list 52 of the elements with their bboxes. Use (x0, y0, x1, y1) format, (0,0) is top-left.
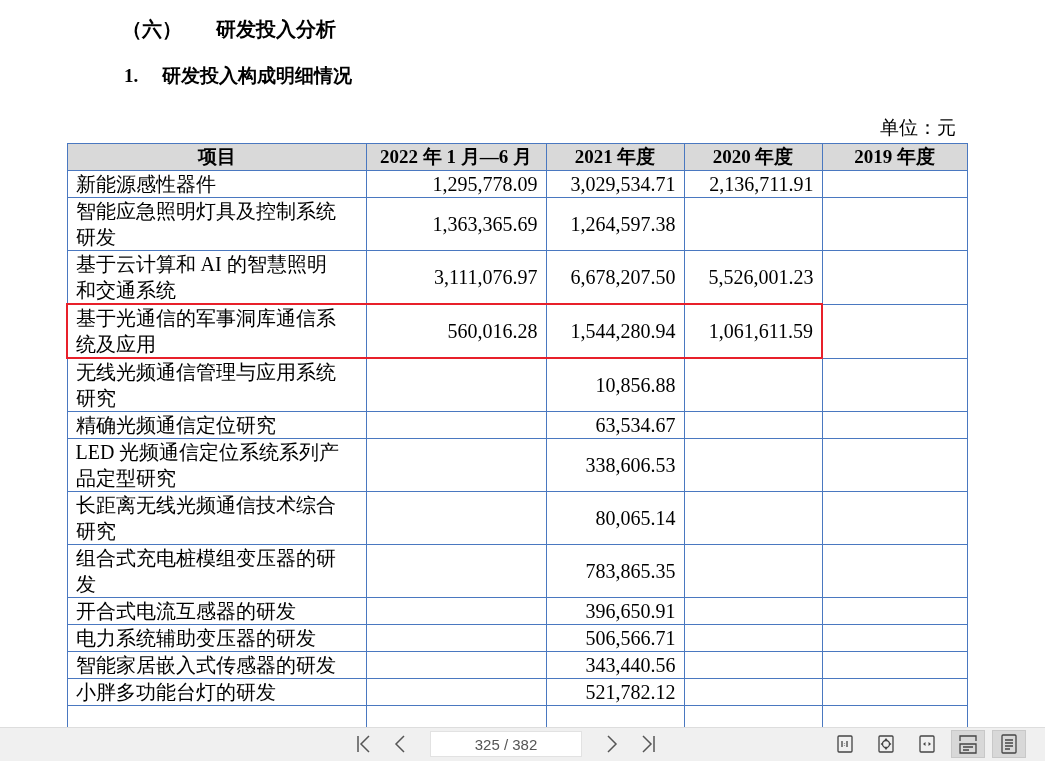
table-cell: 80,065.14 (546, 491, 684, 545)
section-title: 研发投入分析 (216, 16, 336, 42)
table-cell: 560,016.28 (366, 304, 546, 358)
table-cell: 10,856.88 (546, 358, 684, 412)
view-mode-button[interactable] (951, 730, 985, 758)
table-cell: 开合式电流互感器的研发 (67, 597, 366, 625)
table-cell: 2,136,711.91 (684, 170, 822, 198)
table-cell: 1,295,778.09 (366, 170, 546, 198)
table-cell: 智能应急照明灯具及控制系统研发 (67, 197, 366, 251)
table-cell: 长距离无线光频通信技术综合研究 (67, 491, 366, 545)
subheading-number: 1. (124, 65, 139, 87)
table-cell: 521,782.12 (546, 678, 684, 706)
table-cell: 3,029,534.71 (546, 170, 684, 198)
fit-page-icon (878, 735, 894, 753)
table-cell: 组合式充电桩模组变压器的研发 (67, 544, 366, 598)
section-number: （六） (122, 16, 182, 42)
table-cell: 1,363,365.69 (366, 197, 546, 251)
table-cell: 1,264,597.38 (546, 197, 684, 251)
table-cell: 783,865.35 (546, 544, 684, 598)
column-header: 2020 年度 (684, 143, 822, 171)
page-number-field[interactable]: 325 / 382 (430, 731, 582, 757)
column-header: 项目 (67, 143, 366, 171)
table-cell: 396,650.91 (546, 597, 684, 625)
table-cell: 无线光频通信管理与应用系统研究 (67, 358, 366, 412)
table-cell: 小胖多功能台灯的研发 (67, 678, 366, 706)
table-cell: 506,566.71 (546, 624, 684, 652)
unit-note: 单位：元 (880, 116, 956, 140)
table-cell: 智能家居嵌入式传感器的研发 (67, 651, 366, 679)
single-page-icon (1000, 734, 1018, 754)
column-header: 2022 年 1 月—6 月 (366, 143, 546, 171)
table-cell: 电力系统辅助变压器的研发 (67, 624, 366, 652)
view-mode-button[interactable] (992, 730, 1026, 758)
continuous-pages-icon (958, 734, 978, 754)
actual-size-icon (837, 735, 853, 753)
last-page-icon (639, 734, 657, 754)
fit-width-icon (919, 735, 935, 753)
table-cell: 精确光频通信定位研究 (67, 411, 366, 439)
table-cell: 基于云计算和 AI 的智慧照明和交通系统 (67, 250, 366, 304)
table-cell: 1,061,611.59 (684, 304, 822, 358)
table-cell: 1,544,280.94 (546, 304, 684, 358)
table-cell: 基于光通信的军事洞库通信系统及应用 (67, 304, 366, 358)
chevron-right-icon (605, 734, 619, 754)
table-cell: 新能源感性器件 (67, 170, 366, 198)
table-cell: 338,606.53 (546, 438, 684, 492)
chevron-left-icon (393, 734, 407, 754)
table-cell: 343,440.56 (546, 651, 684, 679)
table-cell: LED 光频通信定位系统系列产品定型研究 (67, 438, 366, 492)
column-header: 2019 年度 (822, 143, 967, 171)
first-page-icon (355, 734, 373, 754)
column-header: 2021 年度 (546, 143, 684, 171)
table-cell: 63,534.67 (546, 411, 684, 439)
subheading-title: 研发投入构成明细情况 (162, 64, 353, 88)
